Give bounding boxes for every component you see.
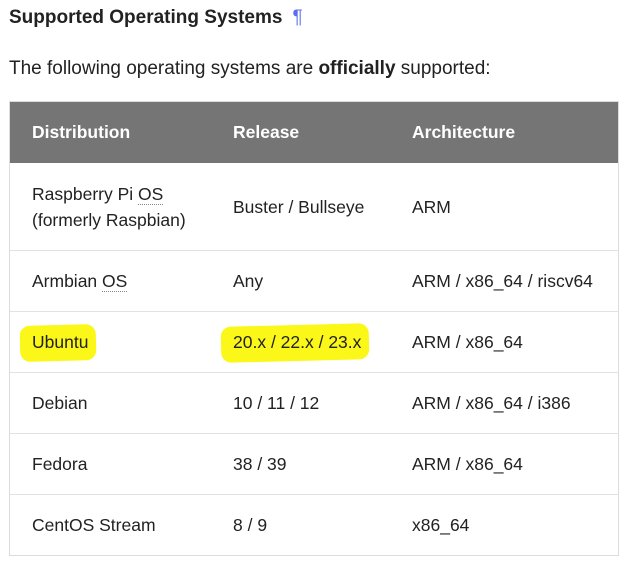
release-text: 20.x / 22.x / 23.x (233, 332, 362, 352)
cell-architecture: ARM / x86_64 / i386 (390, 372, 618, 434)
header-distribution: Distribution (32, 122, 131, 142)
permalink-anchor[interactable]: ¶ (292, 7, 302, 28)
os-support-table-wrapper: Distribution Release Architecture Raspbe… (9, 101, 619, 556)
cell-release: 10 / 11 / 12 (211, 372, 390, 434)
cell-architecture: ARM / x86_64 (390, 433, 618, 495)
distribution-text: Armbian (32, 271, 103, 291)
header-architecture: Architecture (412, 122, 516, 142)
table-row: Ubuntu 20.x / 22.x / 23.x ARM / x86_64 (10, 311, 618, 373)
cell-distribution: Armbian OS (10, 250, 211, 312)
table-row: Armbian OS Any ARM / x86_64 / riscv64 (10, 250, 618, 312)
cell-release: Any (211, 250, 390, 312)
table-row: Fedora 38 / 39 ARM / x86_64 (10, 433, 618, 495)
cell-architecture: ARM (412, 196, 451, 217)
intro-emphasis: officially (318, 58, 396, 79)
section-title: Supported Operating Systems (9, 7, 283, 28)
cell-distribution: Ubuntu (10, 311, 211, 373)
cell-architecture: ARM / x86_64 / riscv64 (390, 250, 618, 312)
cell-distribution: Raspberry Pi OS (formerly Raspbian) (10, 163, 211, 251)
cell-release: 8 / 9 (211, 494, 390, 555)
distribution-note: (formerly Raspbian) (32, 209, 186, 230)
cell-release: Buster / Bullseye (233, 196, 365, 217)
intro-after: supported: (395, 58, 491, 79)
highlight-marker: Ubuntu (32, 329, 88, 355)
intro-before: The following operating systems are (9, 58, 319, 79)
os-abbreviation[interactable]: OS (138, 183, 164, 205)
table-header-row: Distribution Release Architecture (10, 102, 618, 163)
distribution-text: Raspberry Pi (32, 183, 139, 204)
cell-architecture: x86_64 (390, 494, 618, 555)
intro-text: The following operating systems are offi… (9, 56, 491, 82)
cell-distribution: Debian (10, 372, 211, 434)
table-row: CentOS Stream 8 / 9 x86_64 (10, 494, 618, 555)
section-heading: Supported Operating Systems ¶ (9, 6, 303, 30)
table-row: Raspberry Pi OS (formerly Raspbian) Buste… (10, 163, 618, 251)
header-release: Release (233, 122, 300, 142)
cell-distribution: Fedora (10, 433, 211, 495)
table-row: Debian 10 / 11 / 12 ARM / x86_64 / i386 (10, 372, 618, 434)
cell-release: 38 / 39 (211, 433, 390, 495)
os-abbreviation[interactable]: OS (102, 271, 128, 292)
os-support-table: Distribution Release Architecture Raspbe… (10, 102, 618, 555)
cell-release: 20.x / 22.x / 23.x (211, 311, 390, 373)
highlight-marker: 20.x / 22.x / 23.x (233, 329, 361, 355)
cell-distribution: CentOS Stream (10, 494, 211, 555)
distribution-text: Ubuntu (32, 332, 89, 352)
cell-architecture: ARM / x86_64 (390, 311, 618, 373)
